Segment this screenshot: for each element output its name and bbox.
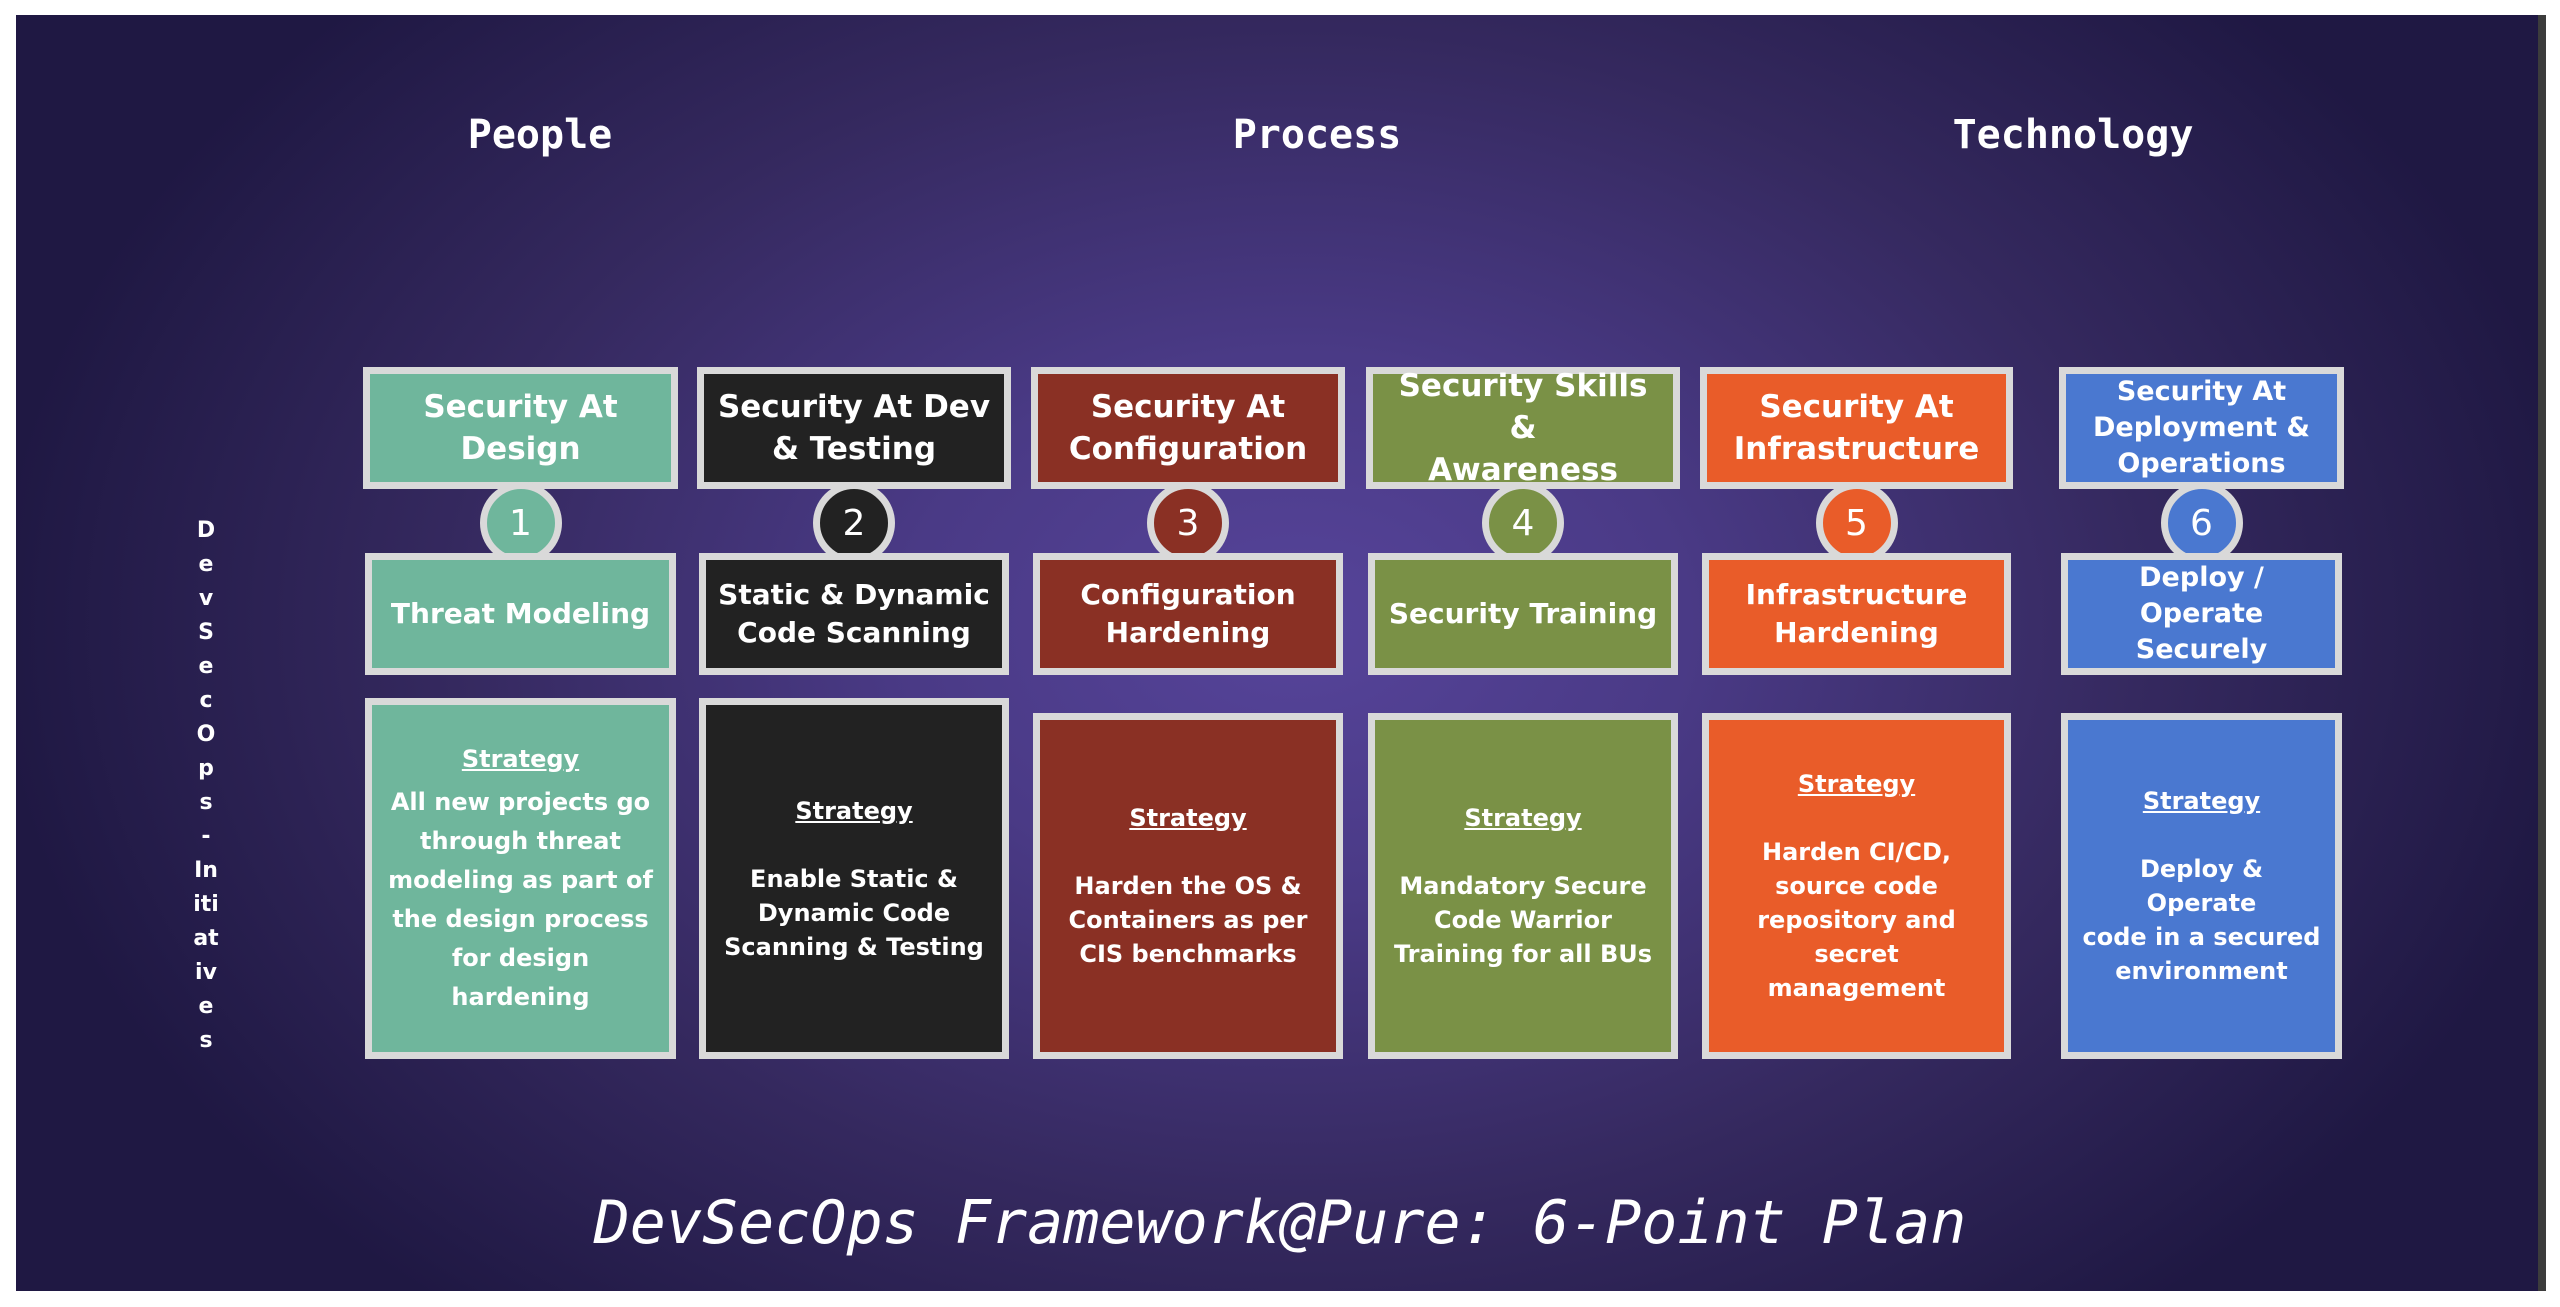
vertical-label-fragment: at	[193, 926, 219, 951]
card-header-line: Security Skills &	[1398, 368, 1648, 446]
strategy-box: Strategy Deploy & Operate code in a secure…	[2061, 713, 2342, 1059]
card-header-line: Security At	[423, 389, 618, 425]
step-number-badge: 1	[479, 482, 562, 564]
initiative-box: Deploy / Operate Securely	[2061, 553, 2342, 675]
vertical-label-fragment: s	[199, 1028, 213, 1053]
card-header: Security At Infrastructure	[1700, 367, 2013, 489]
strategy-box: Strategy Harden CI/CD, source code reposito…	[1702, 713, 2011, 1059]
card-header-line: Deployment &	[2093, 412, 2310, 443]
initiative-line: Securely	[2135, 634, 2268, 665]
card-header-line: Configuration	[1068, 431, 1308, 467]
strategy-line: All new projects go	[390, 788, 651, 816]
vertical-label-fragment: c	[199, 688, 213, 713]
initiative-box: Infrastructure Hardening	[1702, 553, 2011, 675]
strategy-line: Code Warrior	[1434, 906, 1612, 934]
initiative-line: Threat Modeling	[390, 597, 651, 630]
vertical-label-fragment: s	[199, 790, 213, 815]
strategy-box: Strategy Enable Static & Dynamic Code Scann…	[699, 698, 1009, 1059]
card-header-line: Security At	[1090, 389, 1286, 425]
vertical-label-fragment: e	[198, 654, 214, 679]
strategy-line: Dynamic Code	[757, 898, 951, 927]
vertical-label-fragment: e	[198, 994, 214, 1019]
card-header-line: Security At	[2116, 376, 2287, 407]
initiative-line: Hardening	[1105, 616, 1271, 649]
step-number-badge: 3	[1147, 482, 1229, 564]
strategy-line: Deploy & Operate	[2139, 855, 2264, 917]
strategy-heading: Strategy	[795, 796, 913, 825]
vertical-label-fragment: iv	[195, 960, 217, 985]
vertical-label-fragment: S	[198, 620, 214, 645]
strategy-box: Strategy All new projects go through threa…	[365, 698, 676, 1059]
strategy-heading: Strategy	[2142, 787, 2261, 815]
card-header: Security Skills & Awareness	[1366, 367, 1680, 489]
vertical-initiatives-label: De v Se c Op s - In iti at iv e s	[192, 514, 220, 1058]
step-number-badge: 6	[2160, 482, 2243, 564]
vertical-label-fragment: e	[198, 552, 214, 577]
initiative-line: Configuration	[1080, 578, 1296, 611]
strategy-heading: Strategy	[1129, 804, 1247, 832]
vertical-label-fragment: iti	[193, 892, 219, 917]
strategy-line: Training for all BUs	[1393, 940, 1653, 968]
strategy-line: modeling as part of	[388, 866, 653, 894]
strategy-line: Mandatory Secure	[1399, 872, 1647, 900]
card-header: Security At Design	[363, 367, 678, 489]
strategy-line: secret management	[1767, 940, 1946, 1002]
initiative-line: Hardening	[1774, 616, 1939, 649]
strategy-heading: Strategy	[1797, 770, 1916, 798]
strategy-line: environment	[2115, 957, 2288, 985]
initiative-line: Security Training	[1388, 597, 1658, 630]
strategy-line: Harden CI/CD,	[1762, 838, 1951, 866]
pillar-technology: Technology	[1952, 112, 2194, 158]
initiative-line: Infrastructure	[1745, 578, 1968, 611]
initiative-box: Threat Modeling	[365, 553, 676, 675]
pillar-process: Process	[1232, 112, 1402, 158]
card-header-line: Security At Dev	[717, 389, 991, 425]
strategy-box: Strategy Mandatory Secure Code Warrior Trai…	[1368, 713, 1678, 1059]
step-number-badge: 4	[1482, 482, 1564, 564]
strategy-line: through threat	[420, 827, 621, 855]
card-header-line: Security At	[1759, 389, 1954, 425]
strategy-heading: Strategy	[1464, 804, 1582, 832]
card-header: Security At Dev & Testing	[697, 367, 1011, 489]
card-header: Security At Deployment & Operations	[2059, 367, 2344, 489]
initiative-line: Deploy /	[2139, 562, 2264, 593]
strategy-box: Strategy Harden the OS & Containers as per…	[1033, 713, 1343, 1059]
strategy-line: source code	[1775, 872, 1938, 900]
card-header-line: & Testing	[771, 431, 937, 467]
strategy-line: hardening	[451, 983, 590, 1011]
vertical-label-fragment: O	[196, 722, 216, 747]
strategy-line: Containers as per	[1068, 906, 1308, 934]
initiative-box: Static & Dynamic Code Scanning	[699, 553, 1009, 675]
strategy-line: CIS benchmarks	[1079, 940, 1297, 968]
initiative-box: Security Training	[1368, 553, 1678, 675]
strategy-line: for design	[451, 944, 590, 972]
vertical-label-fragment: In	[194, 858, 218, 883]
vertical-label-fragment: p	[198, 756, 214, 781]
card-header-line: Operations	[2117, 448, 2286, 479]
strategy-line: Enable Static &	[750, 864, 958, 893]
card-header-line: Design	[460, 431, 581, 467]
strategy-line: repository and	[1757, 906, 1956, 934]
slide-title: DevSecOps Framework@Pure: 6-Point Plan	[593, 1188, 1967, 1258]
strategy-line: Scanning & Testing	[724, 932, 984, 961]
initiative-line: Static & Dynamic	[718, 578, 990, 611]
step-number-badge: 5	[1815, 482, 1898, 564]
pillar-people: People	[467, 112, 613, 158]
vertical-label-fragment: v	[198, 586, 214, 611]
card-header-line: Infrastructure	[1733, 431, 1980, 467]
initiative-box: Configuration Hardening	[1033, 553, 1343, 675]
strategy-heading: Strategy	[461, 745, 580, 773]
step-number-badge: 2	[813, 482, 895, 564]
initiative-line: Operate	[2139, 598, 2264, 629]
vertical-label-fragment: -	[201, 824, 211, 849]
slide-edge	[2538, 15, 2546, 1291]
strategy-line: the design process	[392, 905, 649, 933]
strategy-line: Harden the OS &	[1074, 872, 1302, 900]
initiative-line: Code Scanning	[737, 616, 971, 649]
strategy-line: code in a secured	[2082, 923, 2321, 951]
vertical-label-fragment: D	[196, 518, 216, 543]
card-header: Security At Configuration	[1031, 367, 1345, 489]
